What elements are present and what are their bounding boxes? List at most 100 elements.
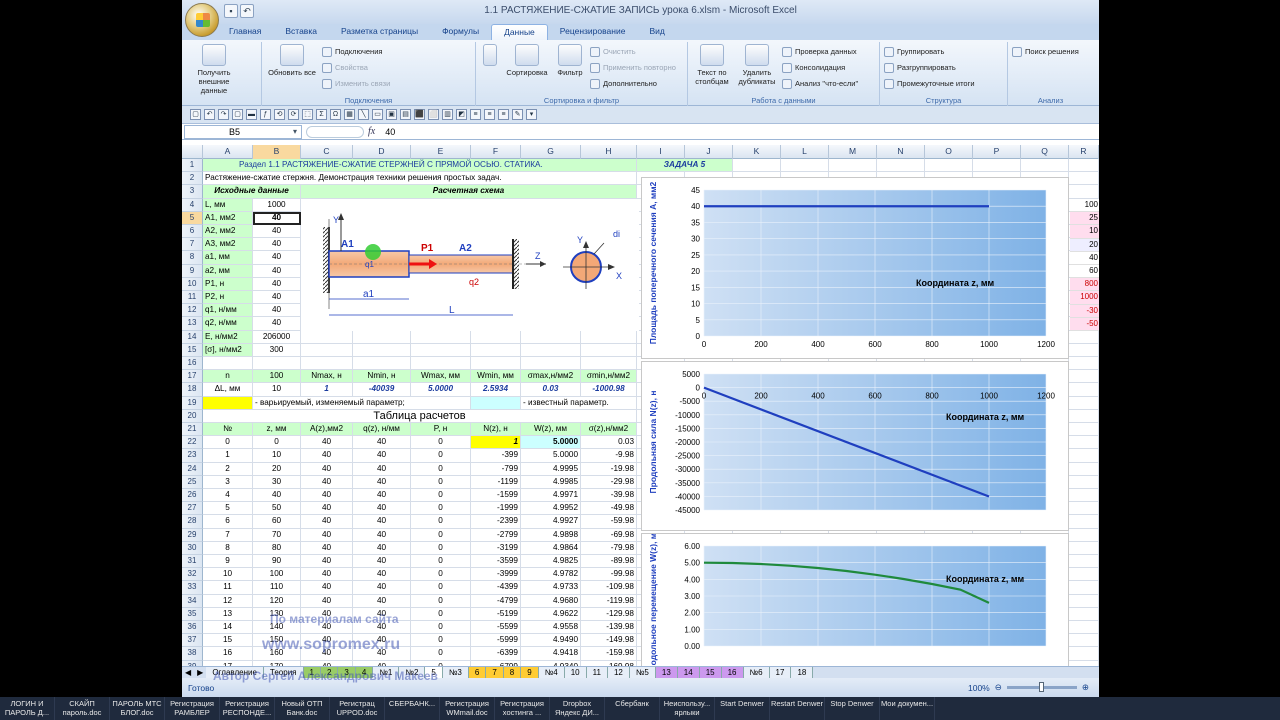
cell[interactable]: [301, 343, 353, 357]
table-cell[interactable]: 40: [301, 462, 353, 476]
table-cell[interactable]: -149.98: [581, 634, 637, 648]
cell[interactable]: [1069, 502, 1099, 516]
column-header-I[interactable]: I: [637, 145, 685, 159]
cell[interactable]: [1069, 436, 1099, 450]
subtotal-button[interactable]: Промежуточные итоги: [884, 76, 975, 91]
table-icon[interactable]: ▦: [344, 109, 355, 120]
table-cell[interactable]: -39.98: [581, 489, 637, 503]
tab-0[interactable]: Главная: [217, 24, 273, 40]
cell[interactable]: [471, 357, 521, 371]
table-cell[interactable]: 40: [301, 502, 353, 516]
cell[interactable]: [1069, 396, 1099, 410]
formula-input[interactable]: 40: [381, 127, 395, 137]
table-cell[interactable]: 1: [203, 449, 253, 463]
param-value-cell[interactable]: 40: [253, 304, 301, 318]
summary-header-cell[interactable]: 100: [253, 370, 301, 384]
taskbar-item-12[interactable]: Неиспользу... ярлыки: [660, 697, 715, 720]
table-cell[interactable]: 40: [353, 528, 411, 542]
cell[interactable]: [1069, 159, 1099, 173]
row-header-14[interactable]: 14: [182, 330, 203, 344]
table-cell[interactable]: 0: [411, 594, 471, 608]
cell[interactable]: [1069, 383, 1099, 397]
table-cell[interactable]: -1599: [471, 489, 521, 503]
name-box[interactable]: B5: [184, 124, 302, 139]
table-cell[interactable]: -29.98: [581, 475, 637, 489]
cell[interactable]: [973, 159, 1021, 173]
sheet-tab-17[interactable]: 12: [607, 667, 630, 678]
row-header-6[interactable]: 6: [182, 225, 203, 239]
align-center-icon[interactable]: ≡: [484, 109, 495, 120]
table-cell[interactable]: 0: [411, 647, 471, 661]
cell[interactable]: [1069, 607, 1099, 621]
table-cell[interactable]: 13: [203, 607, 253, 621]
summary-header-cell[interactable]: Nmin, н: [353, 370, 411, 384]
taskbar-item-14[interactable]: Restart Denwer: [770, 697, 825, 720]
cell[interactable]: [581, 330, 637, 344]
cell[interactable]: [521, 343, 581, 357]
table-cell[interactable]: 2: [203, 462, 253, 476]
legend-known-text[interactable]: - известный параметр.: [521, 396, 637, 410]
row-header-19[interactable]: 19: [182, 396, 203, 410]
summary-value-cell[interactable]: ΔL, мм: [203, 383, 253, 397]
summary-header-cell[interactable]: σmax,н/мм2: [521, 370, 581, 384]
column-header-O[interactable]: O: [925, 145, 973, 159]
summary-value-cell[interactable]: 10: [253, 383, 301, 397]
table-cell[interactable]: 8: [203, 541, 253, 555]
row-header-26[interactable]: 26: [182, 489, 203, 503]
cell[interactable]: [581, 343, 637, 357]
calc-table-header[interactable]: W(z), мм: [521, 423, 581, 437]
table-cell[interactable]: 40: [301, 568, 353, 582]
table-cell[interactable]: 4.9971: [521, 489, 581, 503]
sheet-tab-12[interactable]: 8: [503, 667, 522, 678]
cell[interactable]: [1069, 634, 1099, 648]
rotate-left-icon[interactable]: ⟲: [274, 109, 285, 120]
row-header-29[interactable]: 29: [182, 528, 203, 542]
table-cell[interactable]: 40: [301, 594, 353, 608]
param-value-cell[interactable]: 300: [253, 343, 301, 357]
param-value-cell[interactable]: 40: [253, 291, 301, 305]
table-cell[interactable]: 0: [411, 528, 471, 542]
summary-value-cell[interactable]: 1: [301, 383, 353, 397]
row-header-3[interactable]: 3: [182, 185, 203, 199]
cell[interactable]: [781, 159, 829, 173]
row-header-22[interactable]: 22: [182, 436, 203, 450]
table-cell[interactable]: 40: [353, 502, 411, 516]
sheet-tab-24[interactable]: 17: [769, 667, 792, 678]
ungroup-icon[interactable]: ▤: [400, 109, 411, 120]
line-icon[interactable]: ╲: [358, 109, 369, 120]
taskbar-item-16[interactable]: Мои докумен...: [880, 697, 935, 720]
tab-2[interactable]: Разметка страницы: [329, 24, 430, 40]
table-cell[interactable]: 40: [253, 489, 301, 503]
table-cell[interactable]: -1999: [471, 502, 521, 516]
table-cell[interactable]: 40: [353, 515, 411, 529]
row-header-34[interactable]: 34: [182, 594, 203, 608]
table-cell[interactable]: 0: [411, 621, 471, 635]
symbol-icon[interactable]: Ω: [330, 109, 341, 120]
cell[interactable]: [411, 343, 471, 357]
sheet-tab-23[interactable]: №6: [743, 667, 770, 678]
taskbar-item-5[interactable]: Новый ОТП Банк.doc: [275, 697, 330, 720]
task-title-cell[interactable]: ЗАДАЧА 5: [637, 159, 733, 173]
sheet-tab-20[interactable]: 14: [677, 667, 700, 678]
table-cell[interactable]: 0: [411, 502, 471, 516]
summary-header-cell[interactable]: Wmax, мм: [411, 370, 471, 384]
table-cell[interactable]: 50: [253, 502, 301, 516]
taskbar-item-13[interactable]: Start Denwer: [715, 697, 770, 720]
table-cell[interactable]: 0: [411, 449, 471, 463]
table-cell[interactable]: 0.03: [581, 436, 637, 450]
table-cell[interactable]: -399: [471, 449, 521, 463]
table-cell[interactable]: 40: [301, 581, 353, 595]
cell[interactable]: [411, 330, 471, 344]
cell[interactable]: [1069, 357, 1099, 371]
table-cell[interactable]: 4.9782: [521, 568, 581, 582]
table-cell[interactable]: 10: [253, 449, 301, 463]
cell[interactable]: [203, 357, 253, 371]
table-cell[interactable]: -5199: [471, 607, 521, 621]
cell[interactable]: [471, 330, 521, 344]
table-cell[interactable]: 120: [253, 594, 301, 608]
table-cell[interactable]: 40: [353, 581, 411, 595]
table-cell[interactable]: 0: [411, 475, 471, 489]
taskbar-item-2[interactable]: ПАРОЛЬ МТС БЛОГ.doc: [110, 697, 165, 720]
cell[interactable]: [1069, 647, 1099, 661]
row-header-2[interactable]: 2: [182, 172, 203, 186]
